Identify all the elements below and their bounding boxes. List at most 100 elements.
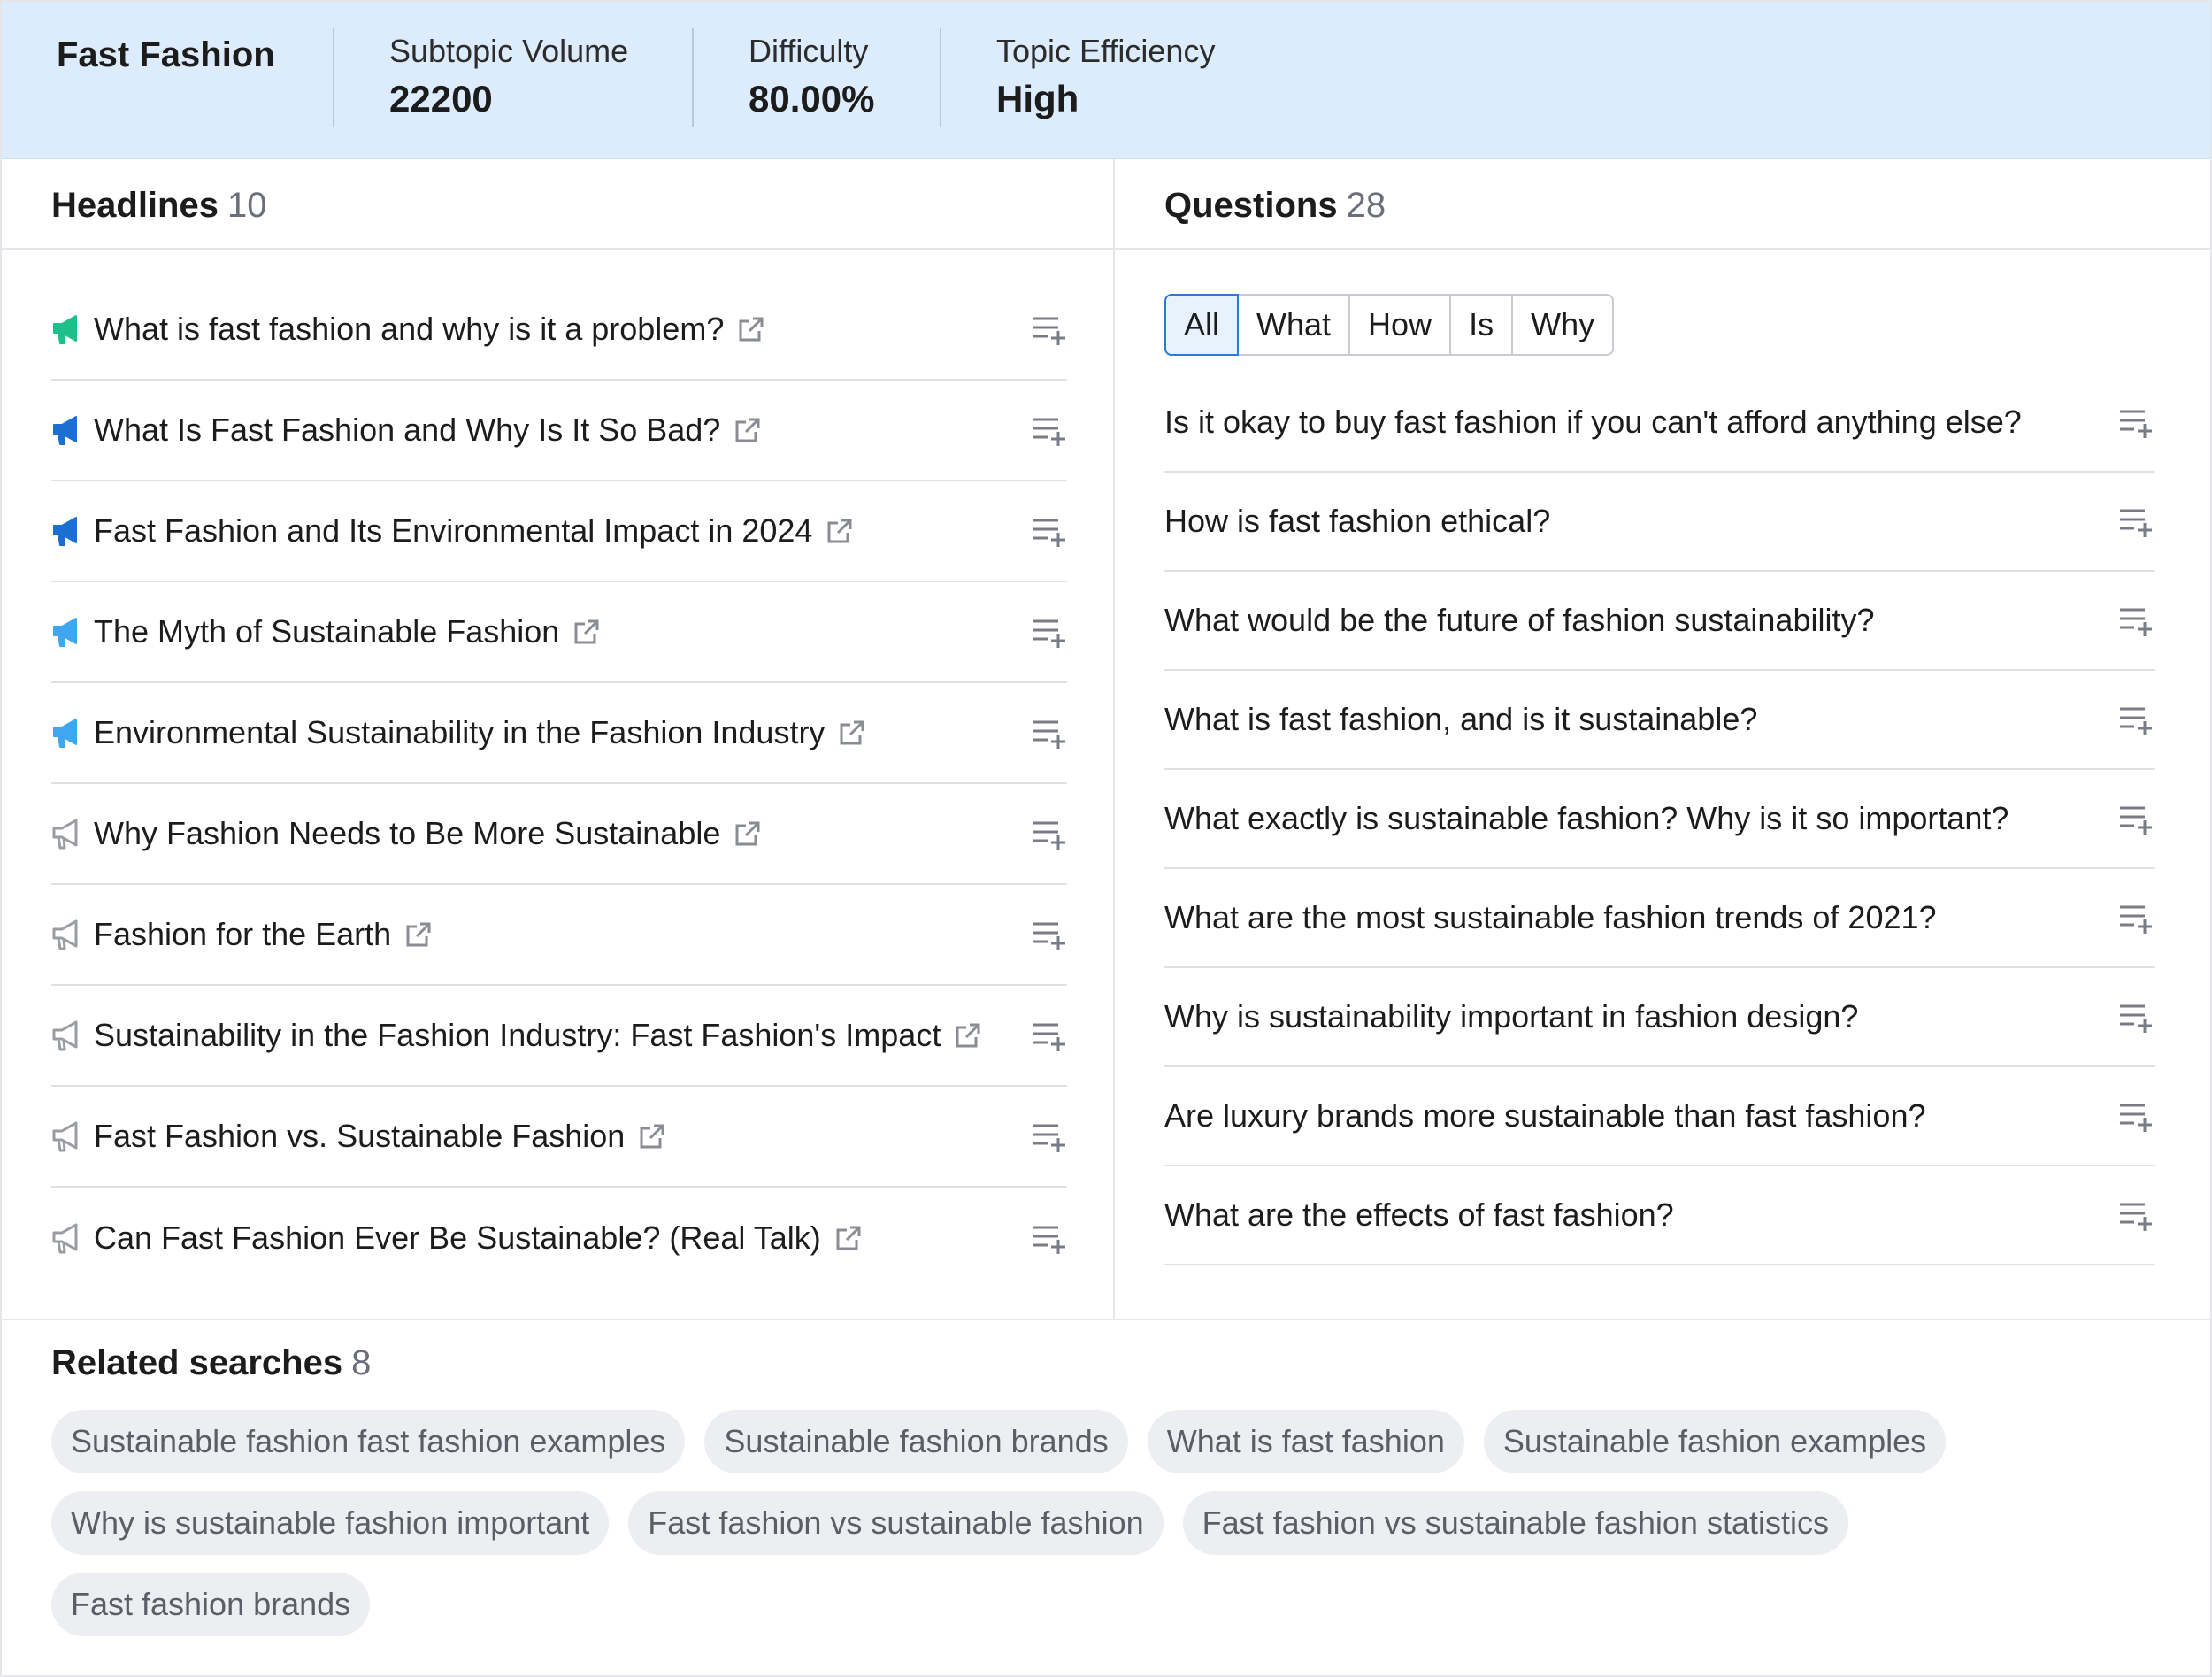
question-row[interactable]: What are the most sustainable fashion tr… [1164, 869, 2155, 968]
headline-text[interactable]: Environmental Sustainability in the Fash… [94, 714, 825, 751]
headline-row[interactable]: What Is Fast Fashion and Why Is It So Ba… [51, 381, 1067, 481]
related-search-chip[interactable]: Sustainable fashion brands [704, 1410, 1128, 1473]
headline-row[interactable]: Environmental Sustainability in the Fash… [51, 683, 1067, 784]
headline-row[interactable]: Why Fashion Needs to Be More Sustainable [51, 784, 1067, 885]
related-search-chip[interactable]: Fast fashion brands [51, 1573, 371, 1636]
headline-text[interactable]: What Is Fast Fashion and Why Is It So Ba… [94, 412, 720, 449]
filter-is[interactable]: Is [1451, 294, 1514, 356]
external-link-icon[interactable] [733, 819, 763, 849]
headline-row[interactable]: Fast Fashion vs. Sustainable Fashion [51, 1087, 1067, 1188]
question-row[interactable]: What are the effects of fast fashion? [1164, 1166, 2155, 1265]
external-link-icon[interactable] [953, 1020, 983, 1050]
related-search-chip[interactable]: Sustainable fashion fast fashion example… [51, 1410, 686, 1473]
external-link-icon[interactable] [403, 919, 434, 950]
headline-text[interactable]: Fast Fashion and Its Environmental Impac… [94, 512, 812, 550]
headline-text[interactable]: Fashion for the Earth [94, 916, 391, 953]
question-text: What exactly is sustainable fashion? Why… [1164, 800, 2009, 836]
megaphone-icon [51, 412, 81, 448]
related-searches-count: 8 [351, 1343, 372, 1382]
headline-row[interactable]: Fast Fashion and Its Environmental Impac… [51, 481, 1067, 582]
filter-how[interactable]: How [1350, 294, 1452, 356]
headlines-title: Headlines [51, 186, 219, 225]
related-searches-heading: Related searches 8 [51, 1343, 2210, 1383]
add-to-list-icon[interactable] [1032, 920, 1067, 950]
add-to-list-icon[interactable] [2118, 1003, 2154, 1033]
related-search-chip[interactable]: Fast fashion vs sustainable fashion [628, 1491, 1164, 1555]
headline-row[interactable]: Sustainability in the Fashion Industry: … [51, 986, 1067, 1087]
question-row[interactable]: What would be the future of fashion sust… [1164, 572, 2155, 671]
related-search-chip[interactable]: What is fast fashion [1147, 1410, 1464, 1473]
question-row[interactable]: How is fast fashion ethical? [1164, 473, 2155, 572]
question-row[interactable]: Are luxury brands more sustainable than … [1164, 1067, 2155, 1166]
metric-value: 22200 [389, 78, 493, 119]
metric-subtopic-volume: Subtopic Volume 22200 [333, 28, 692, 127]
add-to-list-icon[interactable] [2118, 408, 2154, 438]
related-search-chip[interactable]: Why is sustainable fashion important [51, 1491, 610, 1555]
add-to-list-icon[interactable] [1032, 517, 1067, 547]
add-to-list-icon[interactable] [2118, 904, 2154, 934]
external-link-icon[interactable] [833, 1223, 864, 1253]
add-to-list-icon[interactable] [1032, 1021, 1067, 1051]
question-row[interactable]: What exactly is sustainable fashion? Why… [1164, 770, 2155, 869]
add-to-list-icon[interactable] [2118, 1102, 2154, 1132]
add-to-list-icon[interactable] [2118, 804, 2154, 835]
external-link-icon[interactable] [736, 314, 766, 344]
add-to-list-icon[interactable] [1032, 416, 1067, 446]
headlines-panel: Headlines 10 What is fast fashion and why… [2, 159, 1115, 1319]
questions-title: Questions [1164, 186, 1338, 225]
megaphone-icon [51, 1220, 81, 1256]
question-row[interactable]: What is fast fashion, and is it sustaina… [1164, 671, 2155, 770]
headlines-heading: Headlines 10 [2, 159, 1113, 250]
headline-text[interactable]: Sustainability in the Fashion Industry: … [94, 1017, 941, 1054]
megaphone-icon [51, 715, 81, 750]
metric-difficulty: Difficulty 80.00% [692, 28, 940, 127]
add-to-list-icon[interactable] [1032, 1224, 1067, 1254]
headline-row[interactable]: Fashion for the Earth [51, 885, 1067, 986]
question-row[interactable]: Why is sustainability important in fashi… [1164, 968, 2155, 1067]
headline-text[interactable]: The Myth of Sustainable Fashion [94, 613, 559, 650]
add-to-list-icon[interactable] [2118, 1201, 2154, 1231]
headline-row[interactable]: What is fast fashion and why is it a pro… [51, 280, 1067, 381]
question-row[interactable]: Is it okay to buy fast fashion if you ca… [1164, 373, 2155, 473]
headline-row[interactable]: The Myth of Sustainable Fashion [51, 582, 1067, 683]
question-filter-bar: All What How Is Why [1164, 294, 2210, 356]
add-to-list-icon[interactable] [2118, 507, 2154, 537]
filter-what[interactable]: What [1239, 294, 1351, 356]
headline-text[interactable]: Why Fashion Needs to Be More Sustainable [94, 815, 720, 852]
add-to-list-icon[interactable] [1032, 719, 1067, 749]
add-to-list-icon[interactable] [2118, 705, 2154, 735]
external-link-icon[interactable] [637, 1121, 667, 1151]
add-to-list-icon[interactable] [2118, 606, 2154, 636]
questions-heading: Questions 28 [1115, 159, 2210, 250]
add-to-list-icon[interactable] [1032, 618, 1067, 648]
megaphone-icon [51, 917, 81, 952]
filter-why[interactable]: Why [1513, 294, 1615, 356]
headline-text[interactable]: Can Fast Fashion Ever Be Sustainable? (R… [94, 1219, 821, 1257]
add-to-list-icon[interactable] [1032, 819, 1067, 850]
question-text: Are luxury brands more sustainable than … [1164, 1097, 1926, 1134]
filter-all[interactable]: All [1164, 294, 1240, 356]
headline-row[interactable]: Can Fast Fashion Ever Be Sustainable? (R… [51, 1188, 1067, 1289]
external-link-icon[interactable] [825, 516, 855, 546]
megaphone-icon [51, 1119, 81, 1154]
question-text: What would be the future of fashion sust… [1164, 602, 1875, 638]
content-columns: Headlines 10 What is fast fashion and why… [2, 159, 2210, 1320]
related-search-chip[interactable]: Fast fashion vs sustainable fashion stat… [1182, 1491, 1848, 1555]
external-link-icon[interactable] [837, 718, 867, 748]
related-search-chip[interactable]: Sustainable fashion examples [1483, 1410, 1947, 1473]
external-link-icon[interactable] [572, 617, 602, 647]
megaphone-icon [51, 614, 81, 650]
headline-text[interactable]: Fast Fashion vs. Sustainable Fashion [94, 1118, 625, 1155]
chip-row: Why is sustainable fashion important Fast… [51, 1491, 2086, 1555]
question-text: Why is sustainability important in fashi… [1164, 998, 1859, 1035]
metric-label: Topic Efficiency [996, 33, 1216, 69]
related-searches-panel: Related searches 8 Sustainable fashion fa… [2, 1320, 2210, 1636]
topic-title: Fast Fashion [57, 35, 275, 74]
metric-value: High [996, 78, 1079, 119]
megaphone-icon [51, 513, 81, 549]
question-text: How is fast fashion ethical? [1164, 503, 1551, 539]
headline-text[interactable]: What is fast fashion and why is it a pro… [94, 311, 724, 348]
add-to-list-icon[interactable] [1032, 315, 1067, 345]
add-to-list-icon[interactable] [1032, 1122, 1067, 1152]
external-link-icon[interactable] [733, 415, 763, 445]
